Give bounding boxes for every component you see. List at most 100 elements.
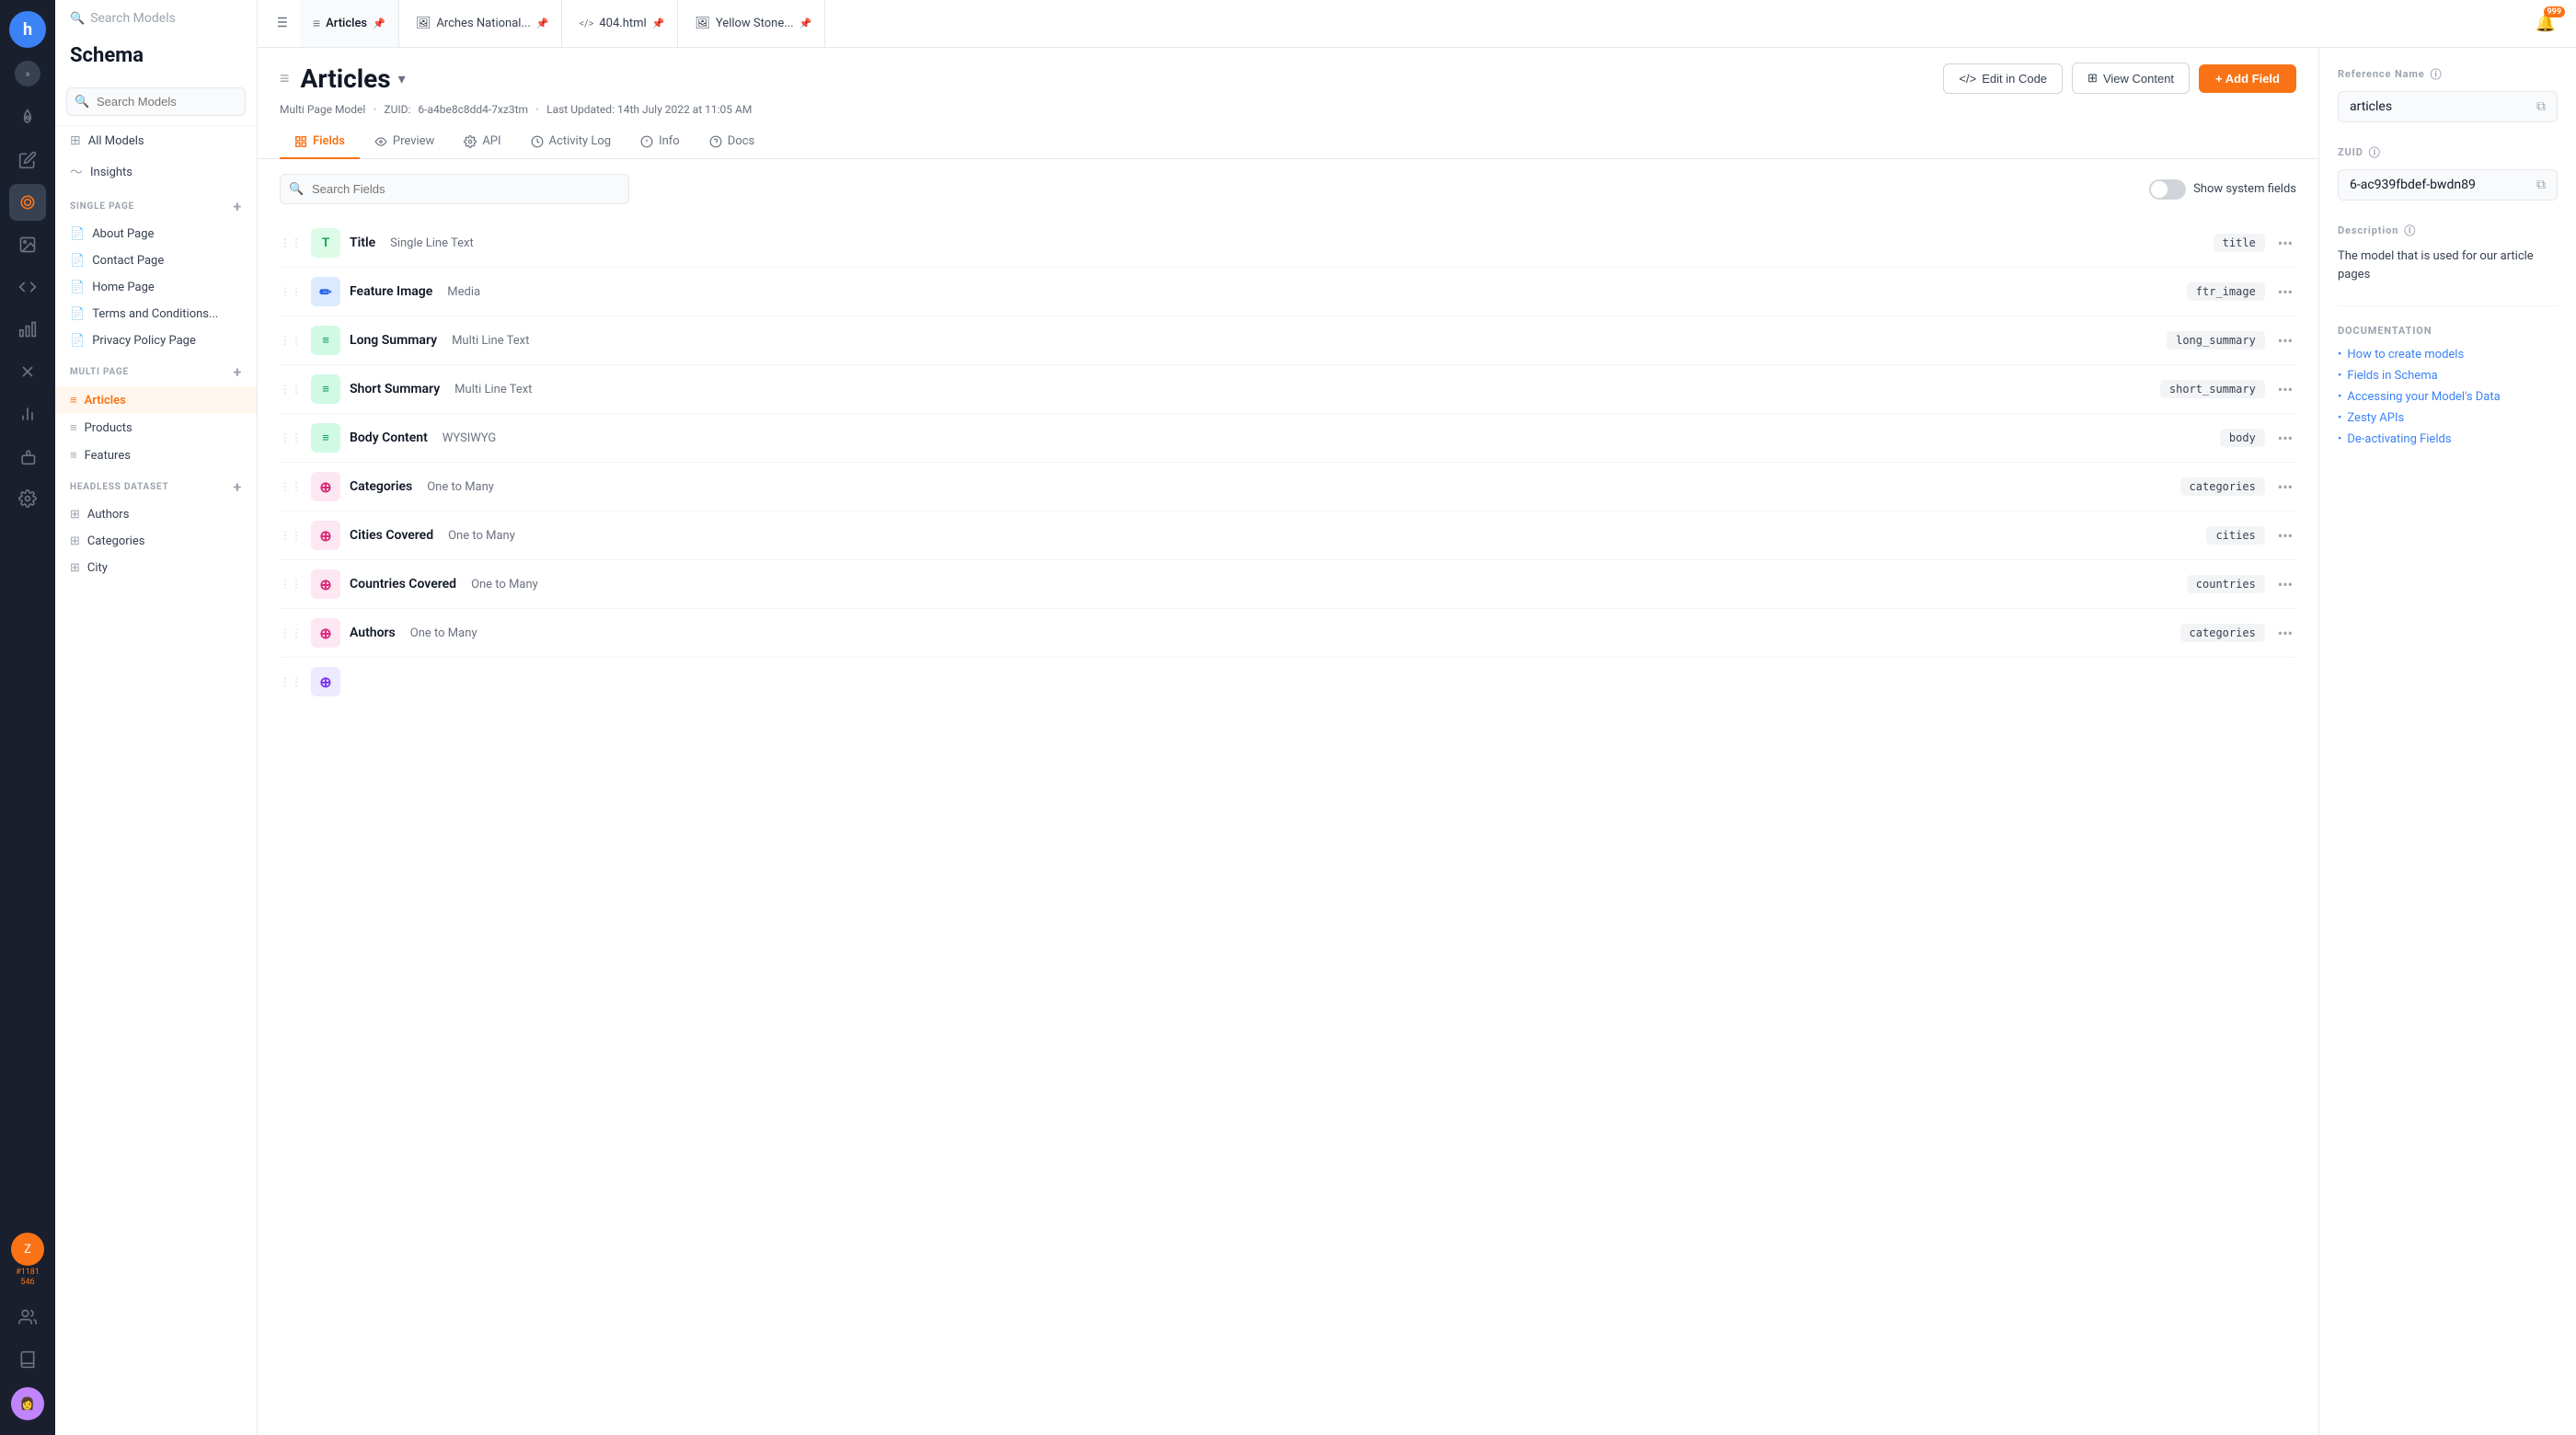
schema-title: Articles (301, 63, 391, 94)
tab-api[interactable]: API (449, 125, 515, 159)
search-models-input[interactable] (66, 87, 246, 116)
field-ref-categories: categories (2180, 477, 2265, 496)
drag-handle-authors[interactable]: ⋮⋮ (280, 626, 302, 639)
drag-handle-long-summary[interactable]: ⋮⋮ (280, 334, 302, 347)
field-more-feature-image[interactable]: ••• (2274, 280, 2296, 304)
sidebar-item-rocket[interactable] (9, 99, 46, 136)
tab-pin-yellowstone[interactable]: 📌 (799, 17, 812, 29)
doc-link-accessing-data[interactable]: Accessing your Model's Data (2338, 390, 2558, 404)
sidebar-item-pencil[interactable] (9, 142, 46, 178)
field-more-cities-covered[interactable]: ••• (2274, 523, 2296, 548)
sidebar-item-features[interactable]: ≡ Features (55, 442, 257, 469)
sidebar-item-home-page[interactable]: 📄 Home Page (55, 274, 257, 301)
sidebar-item-all-models[interactable]: ⊞ All Models (55, 126, 257, 155)
user-badge[interactable]: Z #1181 546 (11, 1233, 44, 1288)
notification-bell[interactable]: 🔔 999 (2536, 14, 2556, 33)
sidebar-item-docs[interactable] (9, 1341, 46, 1378)
add-multi-page-button[interactable]: + (233, 363, 242, 381)
drag-handle-cities-covered[interactable]: ⋮⋮ (280, 529, 302, 542)
field-more-countries-covered[interactable]: ••• (2274, 572, 2296, 597)
drag-handle-title[interactable]: ⋮⋮ (280, 236, 302, 249)
zuid-value: 6-ac939fbdef-bwdn89 ⧉ (2338, 169, 2558, 201)
schema-title-chevron-icon[interactable]: ▾ (398, 70, 406, 87)
app-logo[interactable]: h (9, 11, 46, 48)
sidebar-item-articles[interactable]: ≡ Articles (55, 386, 257, 414)
filter-icon[interactable] (272, 14, 289, 34)
tab-docs[interactable]: Docs (695, 125, 769, 159)
description-value: The model that is used for our article p… (2338, 247, 2558, 283)
description-section: Description ⓘ The model that is used for… (2338, 223, 2558, 283)
sidebar-item-cross[interactable] (9, 353, 46, 390)
sidebar-item-settings[interactable] (9, 480, 46, 517)
field-more-long-summary[interactable]: ••• (2274, 328, 2296, 353)
field-icon-short-summary: ≡ (311, 374, 340, 404)
doc-link-deactivating-fields[interactable]: De-activating Fields (2338, 432, 2558, 446)
drag-handle-short-summary[interactable]: ⋮⋮ (280, 383, 302, 396)
expand-icon[interactable]: » (15, 61, 40, 86)
drag-handle-categories[interactable]: ⋮⋮ (280, 480, 302, 493)
sidebar-item-layers[interactable] (9, 184, 46, 221)
copy-zuid-button[interactable]: ⧉ (2536, 178, 2546, 192)
tab-pin-articles[interactable]: 📌 (373, 17, 385, 29)
sidebar-item-contact-page[interactable]: 📄 Contact Page (55, 247, 257, 274)
sidebar-item-team[interactable] (9, 1299, 46, 1336)
description-info-icon: ⓘ (2404, 223, 2416, 238)
field-row-body-content: ⋮⋮ ≡ Body Content WYSIWYG body ••• (280, 414, 2296, 463)
sidebar-item-image[interactable] (9, 226, 46, 263)
sidebar-item-products[interactable]: ≡ Products (55, 414, 257, 442)
sidebar-item-terms[interactable]: 📄 Terms and Conditions... (55, 301, 257, 327)
avatar[interactable]: 👩 (11, 1387, 44, 1420)
add-headless-button[interactable]: + (233, 478, 242, 496)
tab-info[interactable]: Info (626, 125, 695, 159)
zuid-label: ZUID ⓘ (2338, 144, 2558, 160)
sidebar: 🔍 Search Models Schema 🔍 ⊞ All Models 〜 … (55, 0, 258, 1435)
system-fields-switch[interactable] (2149, 179, 2186, 200)
tab-activity-log[interactable]: Activity Log (516, 125, 627, 159)
main-content: ≡ Articles 📌 🖼 Arches National... 📌 </> … (258, 0, 2576, 1435)
field-row-short-summary: ⋮⋮ ≡ Short Summary Multi Line Text short… (280, 365, 2296, 414)
fields-panel: 🔍 Show system fields ⋮⋮ T Title Single L… (258, 159, 2318, 1435)
field-more-body-content[interactable]: ••• (2274, 426, 2296, 451)
drag-handle-countries-covered[interactable]: ⋮⋮ (280, 578, 302, 591)
field-more-short-summary[interactable]: ••• (2274, 377, 2296, 402)
doc-link-zesty-apis[interactable]: Zesty APIs (2338, 411, 2558, 425)
doc-link-fields-schema[interactable]: Fields in Schema (2338, 369, 2558, 383)
sidebar-item-insights[interactable]: 〜 Insights (55, 155, 257, 189)
field-more-authors[interactable]: ••• (2274, 621, 2296, 646)
topbar-tab-arches[interactable]: 🖼 Arches National... 📌 (403, 0, 563, 47)
tab-pin-arches[interactable]: 📌 (536, 17, 549, 29)
tab-fields[interactable]: Fields (280, 125, 360, 159)
field-more-title[interactable]: ••• (2274, 231, 2296, 256)
doc-link-create-models[interactable]: How to create models (2338, 348, 2558, 362)
drag-handle-feature-image[interactable]: ⋮⋮ (280, 285, 302, 298)
topbar-tab-articles[interactable]: ≡ Articles 📌 (300, 0, 399, 47)
sidebar-item-code[interactable] (9, 269, 46, 305)
copy-reference-name-button[interactable]: ⧉ (2536, 99, 2546, 114)
sidebar-item-categories[interactable]: ⊞ Categories (55, 528, 257, 555)
sidebar-item-puzzle[interactable] (9, 438, 46, 475)
tab-pin-404[interactable]: 📌 (652, 17, 665, 29)
field-ref-long-summary: long_summary (2167, 331, 2265, 350)
field-type-authors: One to Many (410, 626, 477, 640)
edit-in-code-button[interactable]: </> Edit in Code (1943, 63, 2063, 94)
sidebar-item-city[interactable]: ⊞ City (55, 555, 257, 581)
page-icon: 📄 (70, 307, 85, 321)
topbar-tab-404[interactable]: </> 404.html 📌 (566, 0, 678, 47)
sidebar-item-privacy[interactable]: 📄 Privacy Policy Page (55, 327, 257, 354)
view-content-button[interactable]: ⊞ View Content (2072, 63, 2190, 94)
grid-icon: ⊞ (70, 534, 80, 548)
sidebar-item-analytics[interactable] (9, 396, 46, 432)
field-more-categories[interactable]: ••• (2274, 475, 2296, 499)
add-field-button[interactable]: + Add Field (2199, 64, 2296, 93)
field-name-cities-covered: Cities Covered (350, 528, 433, 543)
sidebar-item-bar-chart[interactable] (9, 311, 46, 348)
drag-handle-body-content[interactable]: ⋮⋮ (280, 431, 302, 444)
add-single-page-button[interactable]: + (233, 198, 242, 215)
field-row-title: ⋮⋮ T Title Single Line Text title ••• (280, 219, 2296, 268)
topbar-tab-yellowstone[interactable]: 🖼 Yellow Stone... 📌 (682, 0, 825, 47)
section-header-multi-page: MULTI PAGE + (55, 354, 257, 386)
sidebar-item-about-page[interactable]: 📄 About Page (55, 221, 257, 247)
tab-preview[interactable]: Preview (360, 125, 449, 159)
search-fields-input[interactable] (280, 174, 629, 204)
sidebar-item-authors[interactable]: ⊞ Authors (55, 501, 257, 528)
